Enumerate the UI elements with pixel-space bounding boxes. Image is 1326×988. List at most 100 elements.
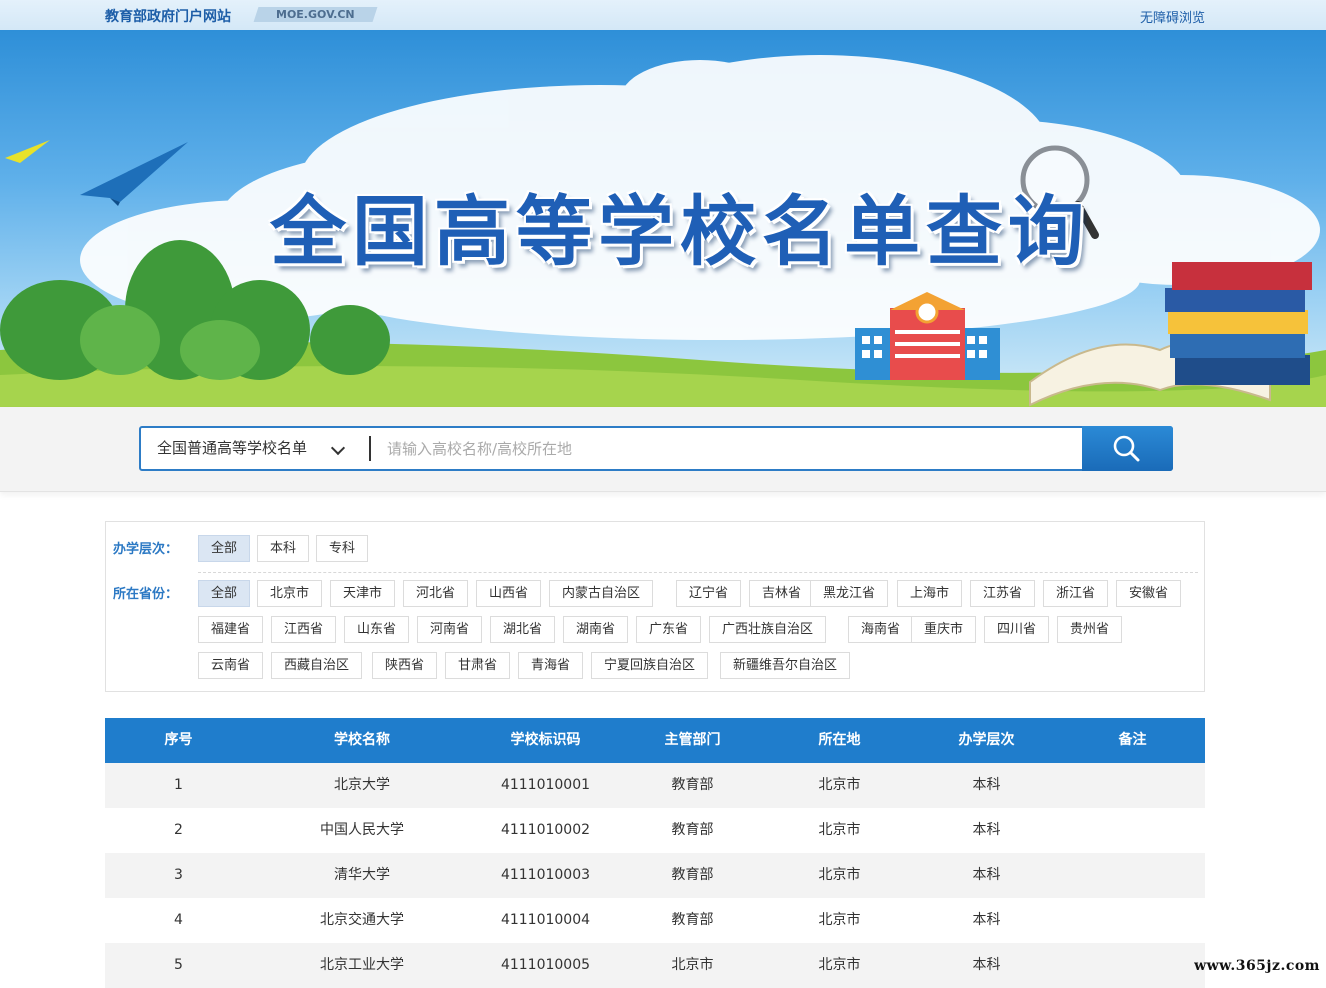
column-header: 学校名称 <box>334 732 390 748</box>
table-cell: 4 <box>174 912 183 928</box>
watermark: www.365jz.com <box>1194 958 1320 974</box>
province-option-chip[interactable]: 宁夏回族自治区 <box>591 652 709 679</box>
province-option-chip[interactable]: 安徽省 <box>1116 580 1182 607</box>
province-option-chip[interactable]: 江苏省 <box>970 580 1036 607</box>
province-option-chip[interactable]: 重庆市 <box>911 616 977 643</box>
table-cell: 北京市 <box>671 957 714 973</box>
table-cell: 北京市 <box>818 867 861 883</box>
filter-panel: 办学层次： 全部 本科 专科 所在省份： 全部 北京市 天津市 河北省 山西省 内蒙古自治区辽… <box>105 521 1205 692</box>
site-name-link[interactable]: 教育部政府门户网站 <box>105 6 231 26</box>
category-select[interactable]: 全国普通高等学校名单 <box>141 428 369 469</box>
province-option-chip[interactable]: 湖北省 <box>490 616 556 643</box>
province-option-chip[interactable]: 天津市 <box>330 580 396 607</box>
column-header: 备注 <box>1118 732 1147 748</box>
table-cell <box>1060 763 1205 808</box>
search-input[interactable] <box>387 428 1077 469</box>
filter-divider <box>198 572 1198 573</box>
table-cell: 北京市 <box>818 957 861 973</box>
table-cell: 本科 <box>972 867 1001 883</box>
level-option-chip[interactable]: 专科 <box>316 535 369 562</box>
school-table: 序号 学校名称 学校标识码 主管部门 所在地 办学层次 备注 1 北京大学 4111010001… <box>105 718 1205 988</box>
table-body: 1 北京大学 4111010001 教育部 北京市 本科 2 中国人民大学 4111010002… <box>105 763 1205 988</box>
province-option-chip[interactable]: 全部 <box>198 580 251 607</box>
table-cell: 本科 <box>972 777 1001 793</box>
column-header: 主管部门 <box>664 732 721 748</box>
table-cell: 北京市 <box>818 822 861 838</box>
province-option-chip[interactable]: 广东省 <box>636 616 702 643</box>
table-cell: 北京市 <box>818 912 861 928</box>
page-title: 全国高等学校名单查询 <box>270 187 1090 276</box>
table-cell: 1 <box>174 777 183 793</box>
province-option-chip[interactable]: 吉林省 <box>749 580 815 607</box>
table-cell[interactable]: 北京工业大学 <box>252 943 472 988</box>
province-option-chip[interactable]: 黑龙江省 <box>810 580 889 607</box>
chevron-down-icon <box>330 440 346 456</box>
level-option-chip[interactable]: 本科 <box>257 535 310 562</box>
province-option-chip[interactable]: 内蒙古自治区 <box>549 580 654 607</box>
province-option-chip[interactable]: 海南省 <box>848 616 914 643</box>
province-option-chip[interactable]: 贵州省 <box>1057 616 1123 643</box>
province-option-chip[interactable]: 浙江省 <box>1043 580 1109 607</box>
table-cell: 4111010004 <box>500 912 591 928</box>
accessibility-link[interactable]: 无障碍浏览 <box>1140 7 1205 26</box>
province-option-chip[interactable]: 湖南省 <box>563 616 629 643</box>
table-row: 5 北京工业大学 4111010005 北京市 北京市 本科 <box>105 943 1205 988</box>
table-cell: 5 <box>174 957 183 973</box>
column-header: 序号 <box>164 732 193 748</box>
column-header: 学校标识码 <box>510 732 581 748</box>
column-header: 所在地 <box>818 732 861 748</box>
level-filter-label: 办学层次： <box>113 542 179 557</box>
table-cell: 3 <box>174 867 183 883</box>
table-cell <box>1060 808 1205 853</box>
category-select-value: 全国普通高等学校名单 <box>157 439 308 457</box>
province-option-chip[interactable]: 陕西省 <box>372 652 438 679</box>
table-row: 1 北京大学 4111010001 教育部 北京市 本科 <box>105 763 1205 808</box>
province-option-chip[interactable]: 北京市 <box>257 580 323 607</box>
province-option-chip[interactable]: 河北省 <box>403 580 469 607</box>
province-option-chip[interactable]: 青海省 <box>518 652 584 679</box>
province-option-chip[interactable]: 辽宁省 <box>676 580 742 607</box>
table-cell[interactable]: 北京交通大学 <box>252 898 472 943</box>
province-filter-label: 所在省份： <box>113 587 179 602</box>
table-cell: 4111010001 <box>500 777 591 793</box>
table-cell: 本科 <box>972 957 1001 973</box>
hero-banner: 全国高等学校名单查询 <box>0 30 1326 407</box>
province-option-chip[interactable]: 云南省 <box>198 652 264 679</box>
level-option-chip[interactable]: 全部 <box>198 535 251 562</box>
table-cell: 北京市 <box>818 777 861 793</box>
column-header: 办学层次 <box>958 732 1015 748</box>
search-band: 全国普通高等学校名单 <box>0 407 1326 492</box>
table-cell: 教育部 <box>671 867 714 883</box>
province-option-chip[interactable]: 甘肃省 <box>445 652 511 679</box>
province-option-chip[interactable]: 四川省 <box>984 616 1050 643</box>
table-cell: 本科 <box>972 912 1001 928</box>
search-icon <box>1113 435 1140 462</box>
table-cell: 教育部 <box>671 777 714 793</box>
table-cell: 4111010002 <box>500 822 591 838</box>
table-cell: 教育部 <box>671 912 714 928</box>
table-row: 2 中国人民大学 4111010002 教育部 北京市 本科 <box>105 808 1205 853</box>
province-option-chip[interactable]: 山东省 <box>344 616 410 643</box>
province-option-chip[interactable]: 新疆维吾尔自治区 <box>720 652 851 679</box>
domain-text: MOE.GOV.CN <box>276 8 355 21</box>
search-box: 全国普通高等学校名单 <box>139 426 1173 471</box>
table-cell[interactable]: 北京大学 <box>252 763 472 808</box>
province-option-chip[interactable]: 山西省 <box>476 580 542 607</box>
paper-plane-yellow-icon <box>5 140 50 163</box>
domain-badge: MOE.GOV.CN <box>253 7 378 22</box>
province-option-chip[interactable]: 河南省 <box>417 616 483 643</box>
province-option-chip[interactable]: 江西省 <box>271 616 337 643</box>
table-cell: 2 <box>174 822 183 838</box>
province-option-chip[interactable]: 福建省 <box>198 616 264 643</box>
province-option-chip[interactable]: 上海市 <box>897 580 963 607</box>
table-row: 4 北京交通大学 4111010004 教育部 北京市 本科 <box>105 898 1205 943</box>
province-option-chip[interactable]: 西藏自治区 <box>271 652 363 679</box>
table-cell[interactable]: 清华大学 <box>252 853 472 898</box>
search-button[interactable] <box>1082 426 1173 471</box>
table-header: 序号 学校名称 学校标识码 主管部门 所在地 办学层次 备注 <box>105 718 1205 763</box>
table-cell <box>1060 943 1205 988</box>
table-cell <box>1060 898 1205 943</box>
province-option-chip[interactable]: 广西壮族自治区 <box>709 616 827 643</box>
table-cell[interactable]: 中国人民大学 <box>252 808 472 853</box>
table-cell: 4111010005 <box>500 957 591 973</box>
